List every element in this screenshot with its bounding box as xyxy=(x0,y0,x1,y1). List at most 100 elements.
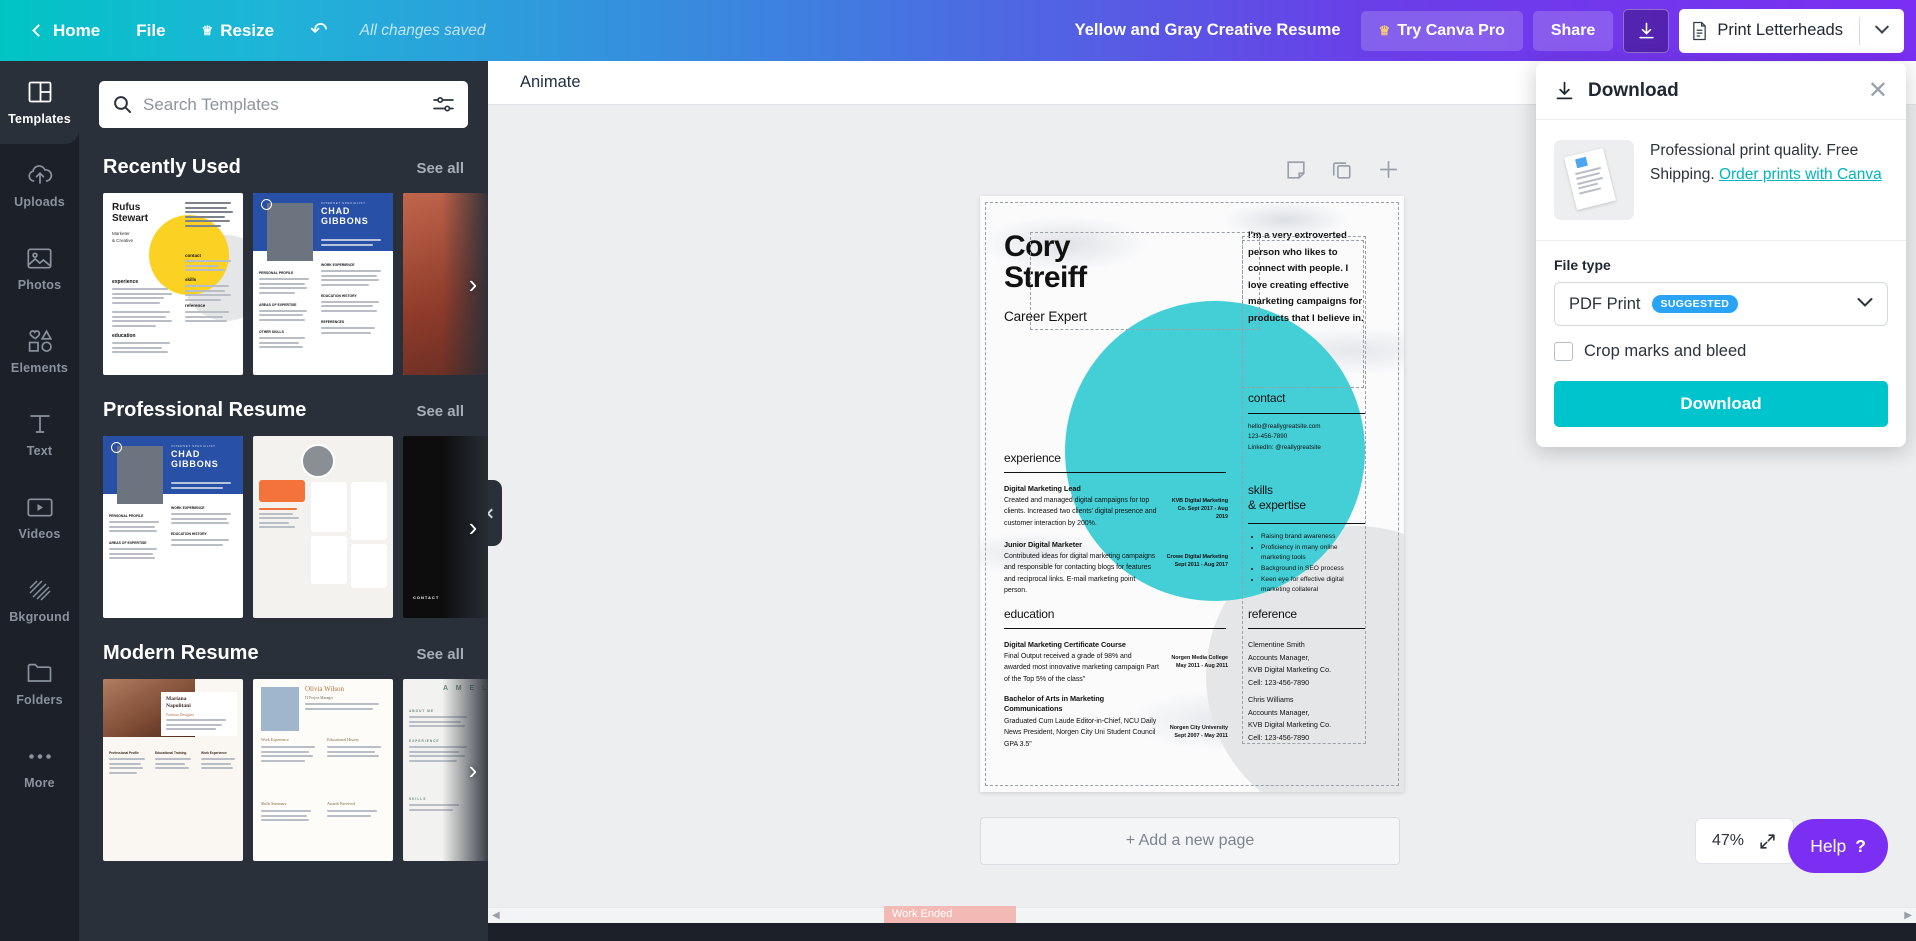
undo-button[interactable]: ↶ xyxy=(292,12,346,49)
scroll-right-arrow-icon[interactable]: ▶ xyxy=(1904,910,1912,921)
experience-0-desc[interactable]: Created and managed digital campaigns fo… xyxy=(1004,495,1159,529)
search-icon xyxy=(114,96,132,114)
add-new-page-button[interactable]: + Add a new page xyxy=(980,817,1400,865)
experience-0-title[interactable]: Digital Marketing Lead xyxy=(1004,484,1081,493)
education-0-desc[interactable]: Final Output received a grade of 98% and… xyxy=(1004,651,1159,685)
sidebar-item-uploads[interactable]: Uploads xyxy=(0,144,79,227)
next-templates-button-recently-used[interactable]: › xyxy=(456,267,488,301)
section-header-modern-resume: Modern Resume See all xyxy=(79,618,488,679)
section-title: Professional Resume xyxy=(103,399,307,421)
left-rail: Templates Uploads Photos Elements Text V… xyxy=(0,61,79,941)
thumbnail-row-modern-resume: Mariana Napolitani Fashion Designer Profe… xyxy=(79,679,488,861)
download-arrow-icon xyxy=(1556,81,1573,100)
thumbnail-art: Rufus Stewart Marketer & Creative contact … xyxy=(103,193,243,375)
education-heading[interactable]: education xyxy=(1004,607,1054,621)
sidebar-item-more[interactable]: More xyxy=(0,725,79,808)
more-dots-icon xyxy=(27,743,53,769)
crop-marks-label: Crop marks and bleed xyxy=(1584,342,1747,360)
sidebar-label: Folders xyxy=(16,693,63,707)
sidebar-item-elements[interactable]: Elements xyxy=(0,310,79,393)
resize-label: Resize xyxy=(220,20,275,40)
next-templates-button-professional-resume[interactable]: › xyxy=(456,510,488,544)
template-thumbnail[interactable]: INTERNET SPECIALIST CHAD GIBBONS PERSONAL… xyxy=(253,193,393,375)
duplicate-page-icon[interactable] xyxy=(1331,159,1353,181)
sidebar-item-videos[interactable]: Videos xyxy=(0,476,79,559)
expand-icon[interactable] xyxy=(1758,832,1777,851)
sidebar-item-folders[interactable]: Folders xyxy=(0,642,79,725)
download-toolbar-button[interactable] xyxy=(1623,8,1670,53)
experience-1-title[interactable]: Junior Digital Marketer xyxy=(1004,540,1082,549)
order-prints-link[interactable]: Order prints with Canva xyxy=(1719,164,1882,186)
download-confirm-button[interactable]: Download xyxy=(1554,381,1888,427)
experience-1-meta[interactable]: Crowe Digital Marketing Sept 2011 - Aug … xyxy=(1166,553,1228,569)
experience-0-meta[interactable]: KVB Digital Marketing Co. Sept 2017 - Au… xyxy=(1166,497,1228,521)
add-page-icon[interactable] xyxy=(1377,158,1400,181)
home-button[interactable]: Home xyxy=(16,13,118,49)
note-icon[interactable] xyxy=(1285,159,1307,181)
experience-1-desc[interactable]: Contributed ideas for digital marketing … xyxy=(1004,551,1159,596)
education-0-title[interactable]: Digital Marketing Certificate Course xyxy=(1004,640,1126,649)
education-1-meta[interactable]: Norgen City University Sept 2007 - May 2… xyxy=(1166,724,1228,740)
education-1-title[interactable]: Bachelor of Arts in Marketing Communicat… xyxy=(1004,694,1124,715)
see-all-link-modern-resume[interactable]: See all xyxy=(416,646,464,663)
thumbnail-art: Mariana Napolitani Fashion Designer Profe… xyxy=(103,679,243,861)
close-icon[interactable]: ✕ xyxy=(1868,78,1888,103)
shapes-icon xyxy=(27,328,53,354)
education-0-meta[interactable]: Norgen Media College May 2011 - Aug 2011 xyxy=(1166,654,1228,670)
help-label: Help xyxy=(1810,835,1847,856)
see-all-link-professional-resume[interactable]: See all xyxy=(416,403,464,420)
file-menu-button[interactable]: File xyxy=(118,13,183,49)
resize-button[interactable]: ♕ Resize xyxy=(184,13,293,49)
search-box[interactable] xyxy=(99,81,468,128)
sidebar-label: Elements xyxy=(10,361,69,375)
template-thumbnail[interactable]: INTERNET SPECIALIST CHAD GIBBONS PERSONAL… xyxy=(103,436,243,618)
sidebar-label: Text xyxy=(26,444,53,458)
template-thumbnail[interactable]: Rufus Stewart Marketer & Creative contact … xyxy=(103,193,243,375)
share-button[interactable]: Share xyxy=(1532,10,1614,51)
photo-icon xyxy=(27,245,53,271)
see-all-link-recently-used[interactable]: See all xyxy=(416,160,464,177)
file-type-select[interactable]: PDF Print SUGGESTED xyxy=(1554,282,1888,326)
try-canva-pro-button[interactable]: ♕ Try Canva Pro xyxy=(1360,10,1523,51)
crop-marks-checkbox[interactable] xyxy=(1554,342,1573,361)
page-tools xyxy=(1285,158,1400,181)
crown-icon: ♕ xyxy=(1378,23,1391,38)
crop-marks-checkbox-row[interactable]: Crop marks and bleed xyxy=(1554,342,1888,361)
animate-button[interactable]: Animate xyxy=(510,67,591,98)
design-page[interactable]: Cory Streiff Career Expert I'm a very ex… xyxy=(980,196,1404,792)
sidebar-item-text[interactable]: Text xyxy=(0,393,79,476)
sidebar-label: Uploads xyxy=(14,195,65,209)
sidebar-item-bkground[interactable]: Bkground xyxy=(0,559,79,642)
sidebar-label: Photos xyxy=(17,278,62,292)
next-templates-button-modern-resume[interactable]: › xyxy=(456,753,488,787)
template-thumbnail[interactable]: Mariana Napolitani Fashion Designer Profe… xyxy=(103,679,243,861)
experience-heading[interactable]: experience xyxy=(1004,451,1061,465)
horizontal-scrollbar[interactable]: ◀ ▶ xyxy=(488,907,1916,923)
education-1-desc[interactable]: Graduated Cum Laude Editor-in-Chief, NCU… xyxy=(1004,716,1159,750)
help-button[interactable]: Help ? xyxy=(1788,819,1888,873)
download-panel-body: File type PDF Print SUGGESTED Crop marks… xyxy=(1536,241,1906,447)
sidebar-item-templates[interactable]: Templates xyxy=(0,61,79,144)
document-icon xyxy=(1693,21,1707,40)
sidebar-item-photos[interactable]: Photos xyxy=(0,227,79,310)
scroll-left-arrow-icon[interactable]: ◀ xyxy=(492,910,500,921)
print-dropdown-toggle[interactable] xyxy=(1860,19,1904,36)
templates-panel: Recently Used See all RufusStewart Marke… xyxy=(79,61,488,941)
chevron-down-icon xyxy=(1874,19,1890,34)
resume-content: Cory Streiff Career Expert I'm a very ex… xyxy=(980,196,1404,792)
background-icon xyxy=(27,577,53,603)
file-type-value: PDF Print xyxy=(1569,294,1641,313)
template-thumbnail[interactable]: Olivia Wilson IT Project Manager Work Ex… xyxy=(253,679,393,861)
file-label: File xyxy=(136,20,166,40)
template-thumbnail[interactable] xyxy=(253,436,393,618)
sidebar-label: Templates xyxy=(8,112,71,126)
document-title[interactable]: Yellow and Gray Creative Resume xyxy=(1075,21,1341,40)
filter-sliders-icon[interactable] xyxy=(433,96,454,113)
resume-role[interactable]: Career Expert xyxy=(1004,309,1087,324)
search-input[interactable] xyxy=(143,94,422,115)
print-letterheads-button[interactable]: Print Letterheads xyxy=(1679,8,1904,53)
download-panel-title: Download xyxy=(1588,79,1679,101)
thumbnail-art: INTERNET SPECIALIST CHAD GIBBONS PERSONAL… xyxy=(103,436,243,618)
chevron-left-icon xyxy=(32,24,45,37)
zoom-control[interactable]: 47% xyxy=(1694,818,1794,864)
